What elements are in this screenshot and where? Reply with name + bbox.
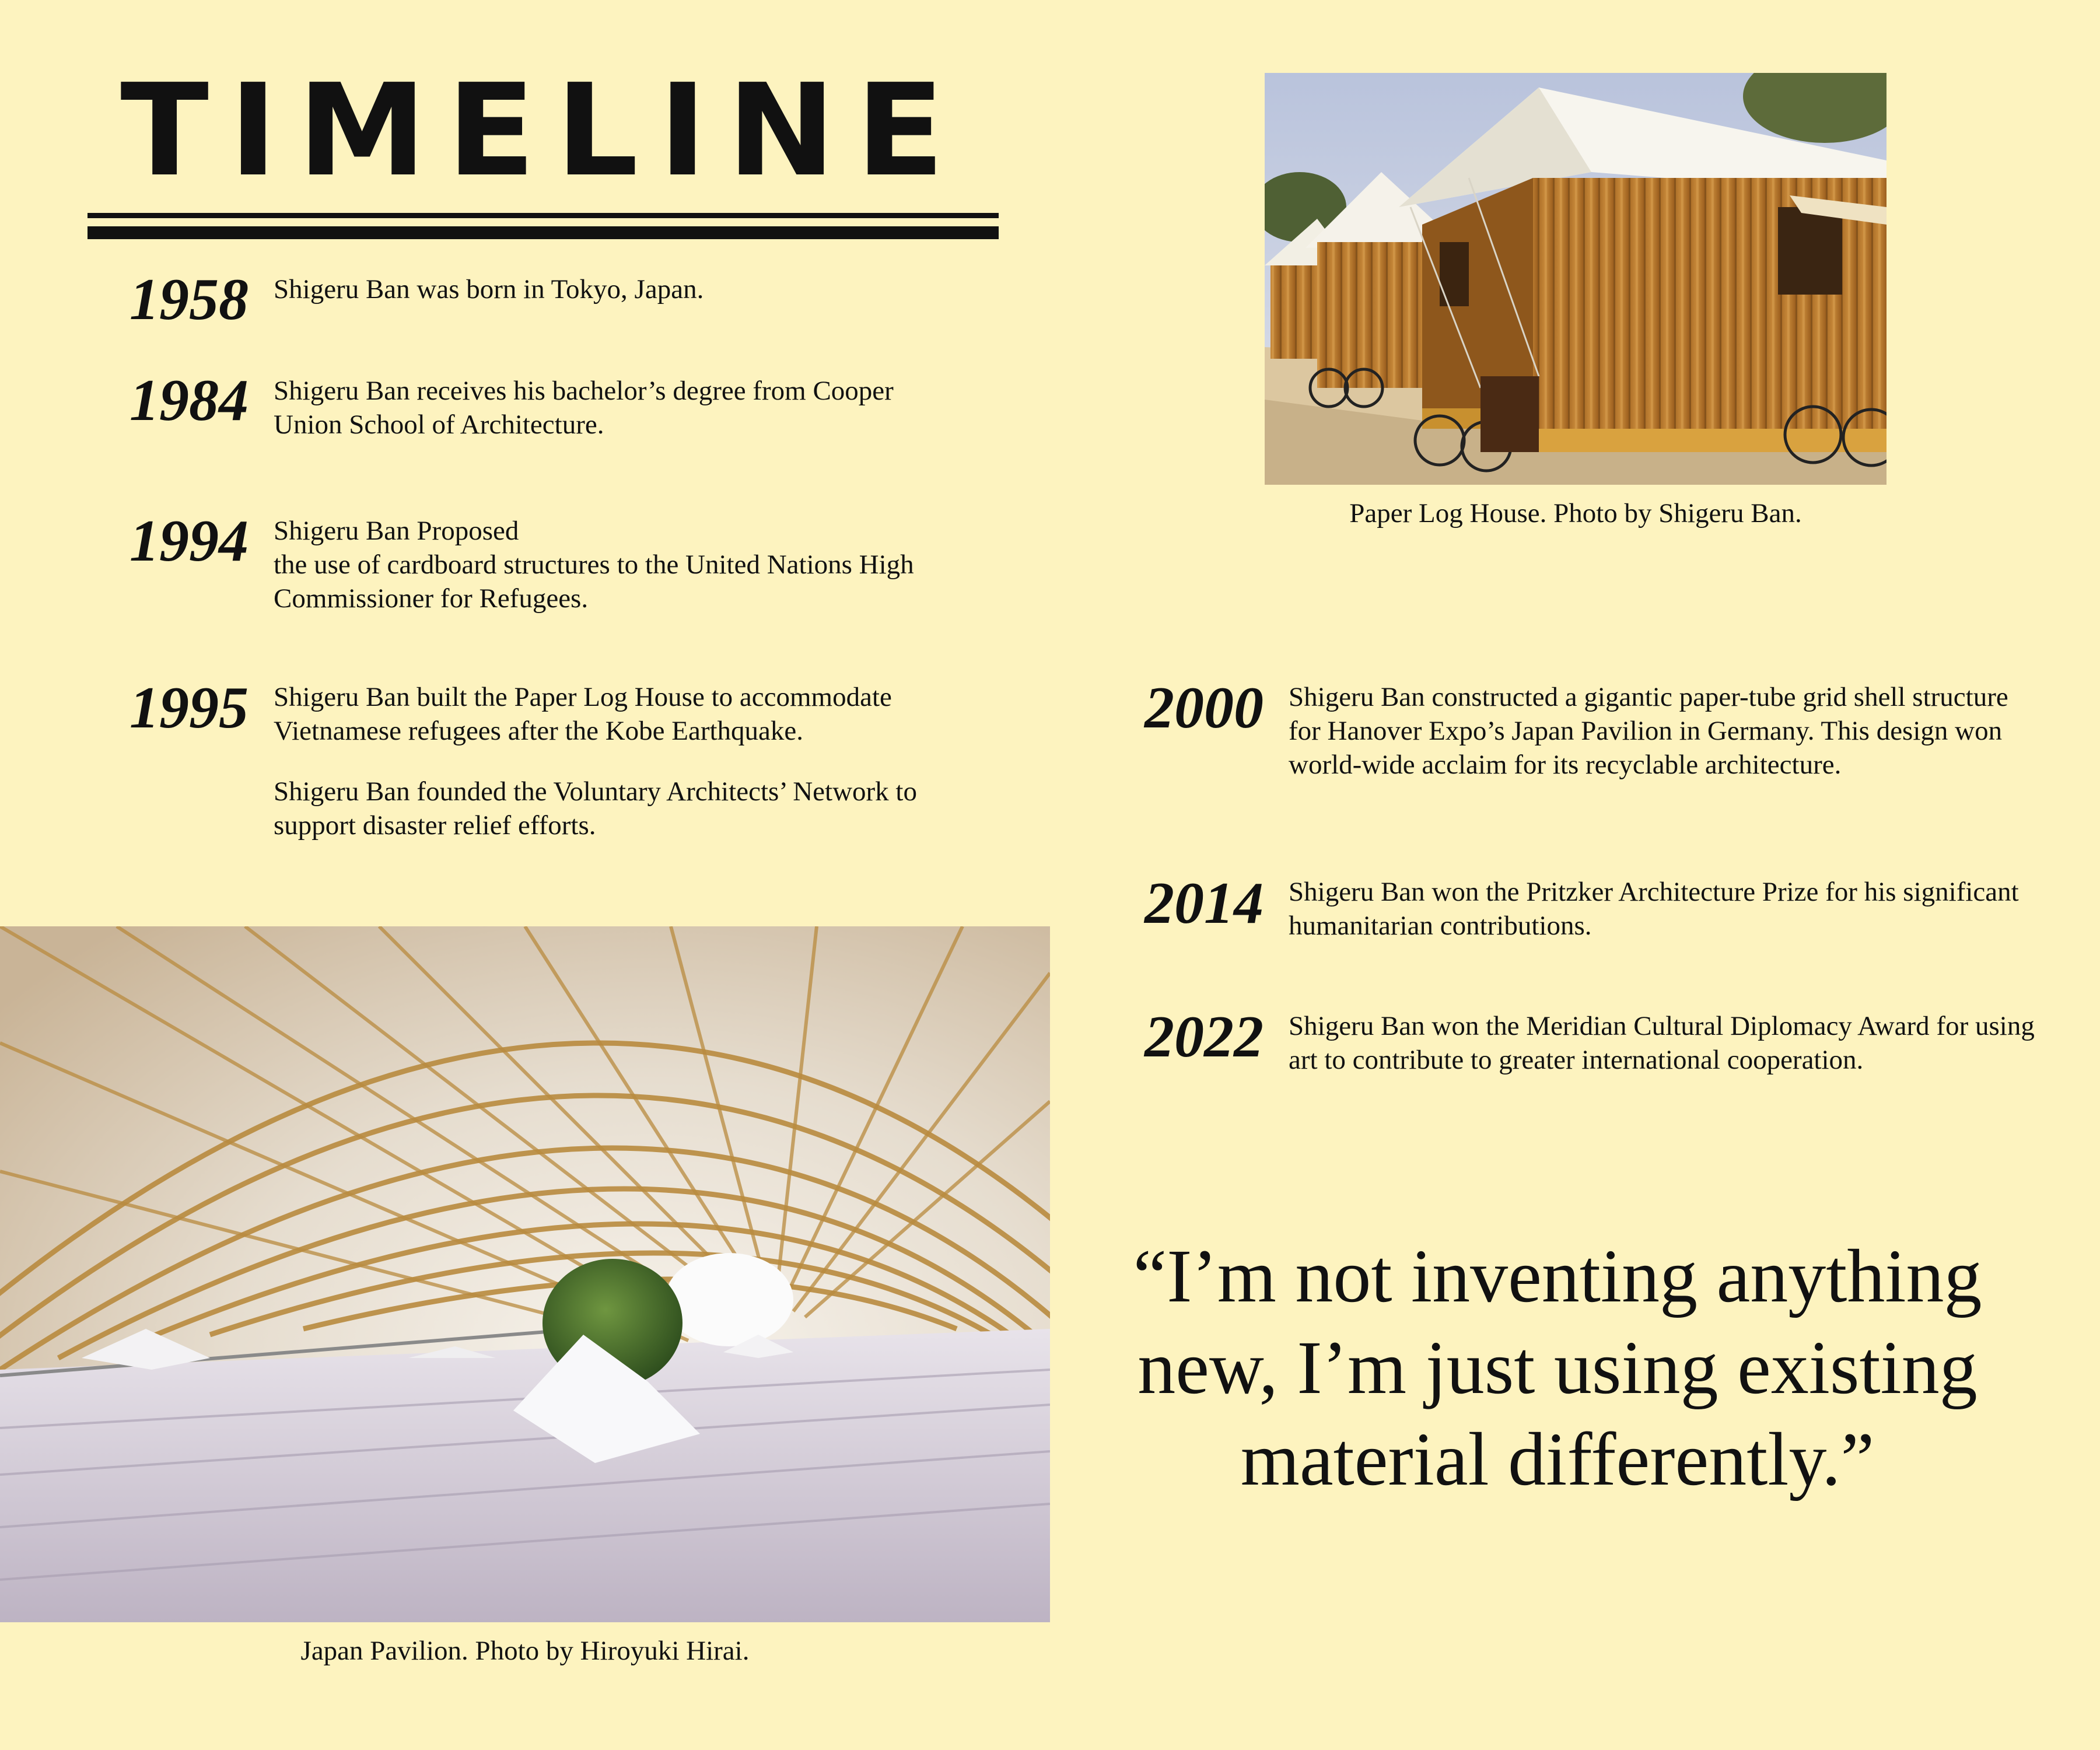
timeline-year-1995: 1995 bbox=[130, 675, 249, 741]
paper-log-house-photo bbox=[1265, 73, 1887, 485]
timeline-text-2022: Shigeru Ban won the Meridian Cultural Di… bbox=[1289, 1011, 2035, 1075]
title-rule-thick bbox=[88, 226, 999, 239]
timeline-text-1994-line2: the use of cardboard structures to the U… bbox=[274, 550, 914, 614]
timeline-year-2014: 2014 bbox=[1144, 870, 1264, 936]
timeline-text-1994-line1: Shigeru Ban Proposed bbox=[274, 516, 519, 546]
paper-log-house-caption: Paper Log House. Photo by Shigeru Ban. bbox=[1349, 498, 1802, 528]
timeline-year-2000: 2000 bbox=[1144, 675, 1264, 741]
timeline-text-1995: Shigeru Ban built the Paper Log House to… bbox=[274, 682, 892, 746]
timeline-year-1984: 1984 bbox=[130, 368, 249, 433]
timeline-year-1994: 1994 bbox=[130, 508, 249, 574]
timeline-text-2000: Shigeru Ban constructed a gigantic paper… bbox=[1289, 682, 2008, 780]
quote: “I’m not inventing anything new, I’m jus… bbox=[1133, 1234, 1982, 1502]
timeline-year-1958: 1958 bbox=[130, 267, 249, 332]
timeline-text-1984: Shigeru Ban receives his bachelor’s degr… bbox=[274, 376, 894, 440]
page-title: TIMELINE bbox=[120, 57, 965, 205]
timeline-year-2022: 2022 bbox=[1144, 1004, 1264, 1070]
japan-pavilion-photo bbox=[0, 926, 1050, 1622]
timeline-text-1995-extra: Shigeru Ban founded the Voluntary Archit… bbox=[274, 776, 917, 841]
timeline-text-2014: Shigeru Ban won the Pritzker Architectur… bbox=[1289, 877, 2019, 941]
timeline-text-1958: Shigeru Ban was born in Tokyo, Japan. bbox=[274, 274, 704, 304]
japan-pavilion-caption: Japan Pavilion. Photo by Hiroyuki Hirai. bbox=[300, 1636, 750, 1666]
title-rule-thin bbox=[88, 213, 999, 218]
